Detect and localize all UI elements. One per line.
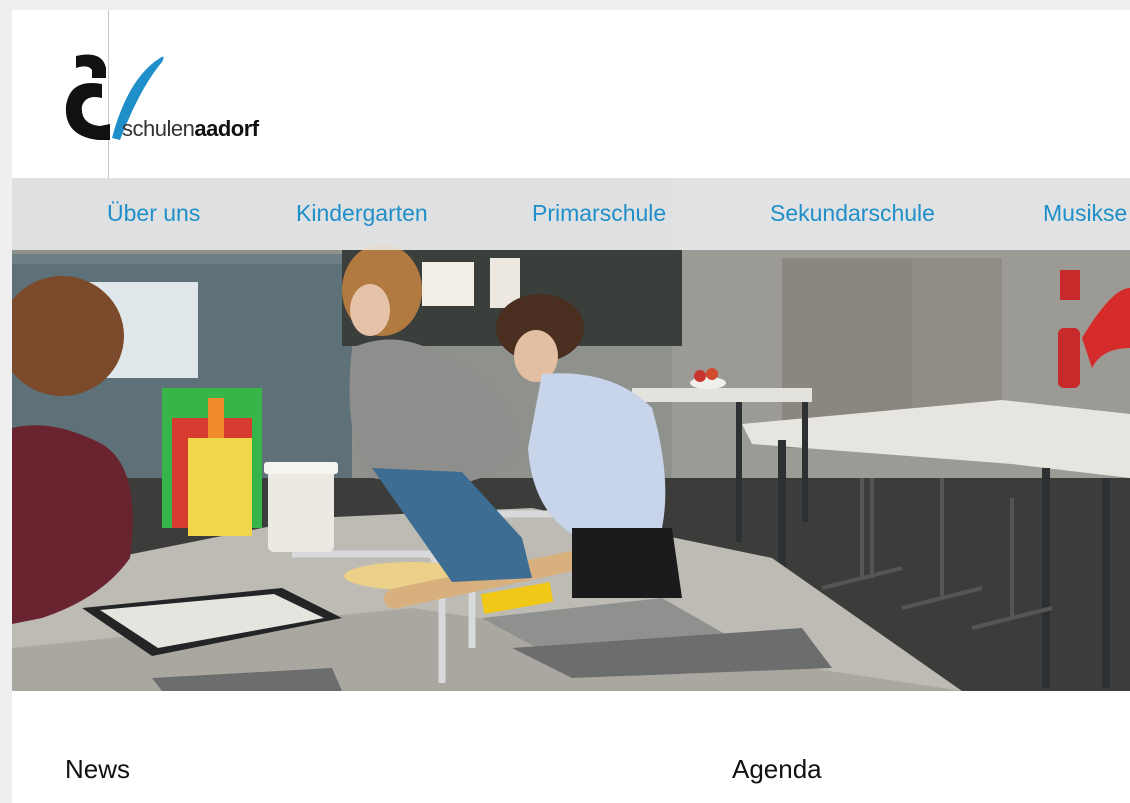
logo-text-bold: aadorf (194, 116, 259, 141)
nav-item-sekundarschule[interactable]: Sekundarschule (770, 200, 935, 227)
site-header: schulenaadorf (12, 10, 1130, 178)
nav-item-primarschule[interactable]: Primarschule (532, 200, 666, 227)
nav-item-kindergarten[interactable]: Kindergarten (296, 200, 428, 227)
main-navigation: Über uns Kindergarten Primarschule Sekun… (12, 178, 1130, 250)
agenda-heading: Agenda (732, 754, 822, 784)
logo-wordmark: schulenaadorf (122, 116, 259, 142)
hero-photo-icon (12, 178, 1130, 691)
page: schulenaadorf Über uns Kindergarten Prim… (12, 10, 1130, 803)
nav-item-musikschule[interactable]: Musikse (1043, 200, 1127, 227)
nav-item-ueber-uns[interactable]: Über uns (107, 200, 200, 227)
news-heading: News (65, 754, 131, 784)
site-logo[interactable]: schulenaadorf (62, 48, 302, 158)
hero-image (12, 178, 1130, 691)
logo-text-light: schulen (122, 116, 195, 141)
